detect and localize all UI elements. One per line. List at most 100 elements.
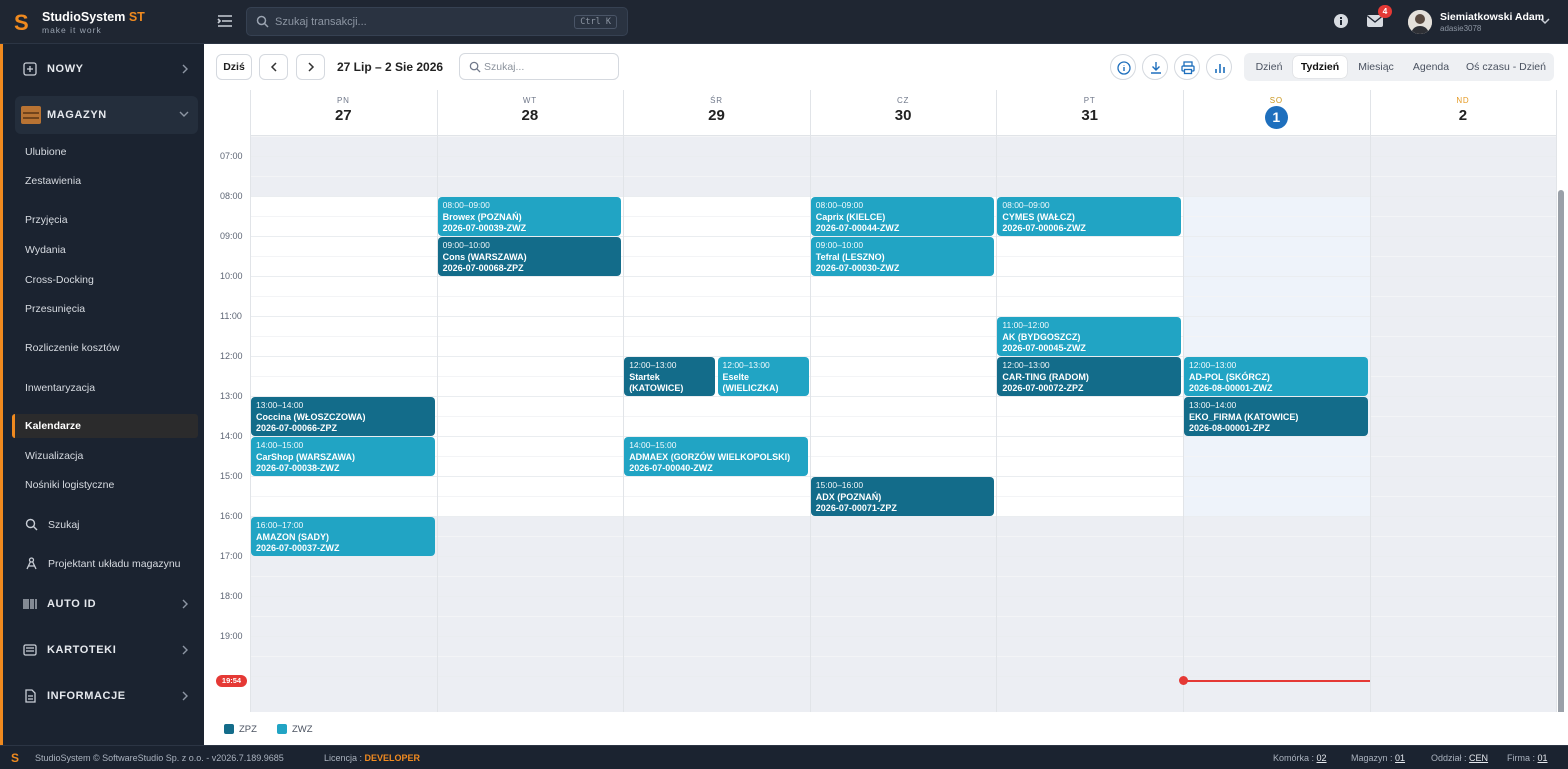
hour-line — [250, 556, 1556, 557]
global-search[interactable]: Ctrl K — [246, 7, 628, 36]
hour-label: 15:00 — [220, 471, 243, 481]
day-header[interactable]: PN 27 — [250, 90, 437, 136]
day-header[interactable]: CZ 30 — [809, 90, 997, 136]
plus-square-icon — [23, 62, 37, 76]
calendar-search-input[interactable] — [484, 59, 612, 75]
calendar-event[interactable]: 14:00–15:00 CarShop (WARSZAWA) 2026-07-0… — [251, 437, 435, 476]
chevron-right-icon — [182, 691, 188, 701]
day-name: CZ — [896, 96, 910, 105]
stats-button[interactable] — [1206, 54, 1232, 80]
event-doc-number: 2026-07-00041-ZWZ — [723, 395, 804, 397]
print-button[interactable] — [1174, 54, 1200, 80]
event-title: AK (BYDGOSZCZ) — [1002, 331, 1081, 342]
sidebar-item-wizualizacja[interactable]: Wizualizacja — [25, 450, 83, 462]
search-icon — [469, 61, 481, 73]
event-doc-number: 2026-07-00069-ZPZ — [629, 395, 710, 397]
sidebar-item-kalendarze[interactable]: Kalendarze — [12, 414, 198, 438]
calendar-search[interactable] — [459, 53, 619, 80]
search-icon — [256, 15, 269, 28]
legend-label: ZPZ — [239, 724, 257, 735]
calendar-event[interactable]: 11:00–12:00 AK (BYDGOSZCZ) 2026-07-00045… — [997, 317, 1181, 356]
calendar-event[interactable]: 09:00–10:00 Cons (WARSZAWA) 2026-07-0006… — [437, 237, 622, 276]
top-bar: S StudioSystem ST make it work Ctrl K 4 … — [0, 0, 1568, 44]
user-name[interactable]: Siemiatkowski Adam — [1440, 11, 1544, 23]
calendar-event[interactable]: 12:00–13:00 CAR-TING (RADOM) 2026-07-000… — [997, 357, 1181, 396]
calendar-event[interactable]: 14:00–15:00 ADMAEX (GORZÓW WIELKOPOLSKI)… — [624, 437, 808, 476]
info-icon[interactable] — [1333, 13, 1349, 29]
komorka-info[interactable]: Komórka : 02 — [1273, 753, 1327, 763]
event-title: Cons (WARSZAWA) — [442, 251, 527, 262]
calendar-event[interactable]: 13:00–14:00 EKO_FIRMA (KATOWICE) 2026-08… — [1184, 397, 1368, 436]
magazyn-info[interactable]: Magazyn : 01 — [1351, 753, 1405, 763]
sidebar-item-inwentaryzacja[interactable]: Inwentaryzacja — [25, 382, 95, 394]
view-tab-miesiac[interactable]: Miesiąc — [1351, 56, 1401, 78]
calendar-event[interactable]: 12:00–13:00 Startek (KATOWICE) 2026-07-0… — [624, 357, 716, 397]
next-week-button[interactable] — [296, 54, 325, 80]
calendar-event[interactable]: 13:00–14:00 Coccina (WŁOSZCZOWA) 2026-07… — [251, 397, 435, 436]
sidebar-item-nosniki-logistyczne[interactable]: Nośniki logistyczne — [25, 479, 114, 491]
sidebar-section-label: AUTO ID — [47, 598, 97, 610]
event-time: 09:00–10:00 — [815, 240, 864, 250]
day-header[interactable]: WT 28 — [436, 90, 624, 136]
sidebar-item-cross-docking[interactable]: Cross-Docking — [25, 274, 94, 286]
oddzial-info[interactable]: Oddział : CEN — [1431, 753, 1488, 763]
calendar-event[interactable]: 08:00–09:00 Caprix (KIELCE) 2026-07-0004… — [810, 197, 995, 236]
sidebar-item-przesuniecia[interactable]: Przesunięcia — [25, 303, 85, 315]
day-divider — [809, 90, 811, 712]
barcode-icon — [23, 599, 37, 609]
today-button[interactable]: Dziś — [216, 54, 252, 80]
grid-scrollbar[interactable] — [1558, 190, 1564, 712]
menu-toggle-icon[interactable] — [216, 12, 234, 30]
license-info: Licencja : DEVELOPER — [324, 753, 421, 763]
view-tab-os-czasu[interactable]: Oś czasu - Dzień — [1462, 56, 1550, 78]
day-header[interactable]: ND 2 — [1369, 90, 1557, 136]
calendar-event[interactable]: 08:00–09:00 Browex (POZNAŃ) 2026-07-0003… — [437, 197, 622, 236]
event-time: 15:00–16:00 — [815, 480, 864, 490]
firma-info[interactable]: Firma : 01 — [1507, 753, 1548, 763]
calendar-event[interactable]: 09:00–10:00 Tefral (LESZNO) 2026-07-0003… — [810, 237, 995, 276]
sidebar-section-kartoteki[interactable]: KARTOTEKI — [15, 631, 198, 669]
event-time: 11:00–12:00 — [1002, 320, 1050, 330]
sidebar-item-ulubione[interactable]: Ulubione — [25, 146, 66, 158]
sidebar-section-nowy[interactable]: NOWY — [15, 50, 198, 88]
sidebar-item-przyjecia[interactable]: Przyjęcia — [25, 214, 68, 226]
day-header[interactable]: SO 1 — [1183, 90, 1370, 136]
sidebar-section-auto-id[interactable]: AUTO ID — [15, 585, 198, 623]
event-title: CAR-TING (RADOM) — [1002, 371, 1089, 382]
avatar[interactable] — [1408, 10, 1432, 34]
view-tab-dzien[interactable]: Dzień — [1248, 56, 1290, 78]
bar-chart-icon — [1215, 64, 1225, 73]
view-tab-agenda[interactable]: Agenda — [1406, 56, 1456, 78]
view-tab-tydzien[interactable]: Tydzień — [1293, 56, 1347, 78]
chevron-down-icon[interactable] — [1540, 17, 1550, 25]
sidebar-item-zestawienia[interactable]: Zestawienia — [25, 175, 81, 187]
event-time: 09:00–10:00 — [442, 240, 490, 250]
prev-week-button[interactable] — [259, 54, 288, 80]
download-button[interactable] — [1142, 54, 1168, 80]
half-hour-line — [250, 576, 1556, 577]
event-time: 08:00–09:00 — [1002, 200, 1050, 210]
chevron-right-icon — [182, 64, 188, 74]
legend-label: ZWZ — [292, 724, 313, 735]
calendar-event[interactable]: 15:00–16:00 ADX (POZNAŃ) 2026-07-00071-Z… — [810, 477, 995, 516]
calendar-event[interactable]: 08:00–09:00 CYMES (WAŁCZ) 2026-07-00006-… — [997, 197, 1181, 236]
sidebar-section-magazyn[interactable]: MAGAZYN — [15, 96, 198, 134]
event-time: 12:00–13:00 — [629, 360, 677, 370]
info-button[interactable] — [1110, 54, 1136, 80]
event-title: Coccina (WŁOSZCZOWA) — [256, 411, 366, 422]
sidebar: NOWY MAGAZYN Ulubione Zestawienia Przyję… — [0, 44, 204, 745]
calendar-event[interactable]: 12:00–13:00 Eselte (WIELICZKA) 2026-07-0… — [717, 357, 809, 397]
calendar-event[interactable]: 16:00–17:00 AMAZON (SADY) 2026-07-00037-… — [251, 517, 435, 556]
event-time: 13:00–14:00 — [1189, 400, 1237, 410]
day-number: 29 — [708, 107, 725, 124]
day-header[interactable]: PT 31 — [996, 90, 1183, 136]
sidebar-item-rozliczenie-kosztow[interactable]: Rozliczenie kosztów — [25, 342, 120, 354]
event-doc-number: 2026-07-00030-ZWZ — [815, 263, 900, 273]
hour-label: 12:00 — [220, 351, 243, 361]
sidebar-section-informacje[interactable]: INFORMACJE — [15, 677, 198, 715]
calendar-event[interactable]: 12:00–13:00 AD-POL (SKÓRCZ) 2026-08-0000… — [1184, 357, 1368, 396]
global-search-input[interactable] — [275, 13, 565, 31]
sidebar-item-wydania[interactable]: Wydania — [25, 244, 66, 256]
day-header[interactable]: ŚR 29 — [623, 90, 810, 136]
legend-swatch — [277, 724, 287, 734]
